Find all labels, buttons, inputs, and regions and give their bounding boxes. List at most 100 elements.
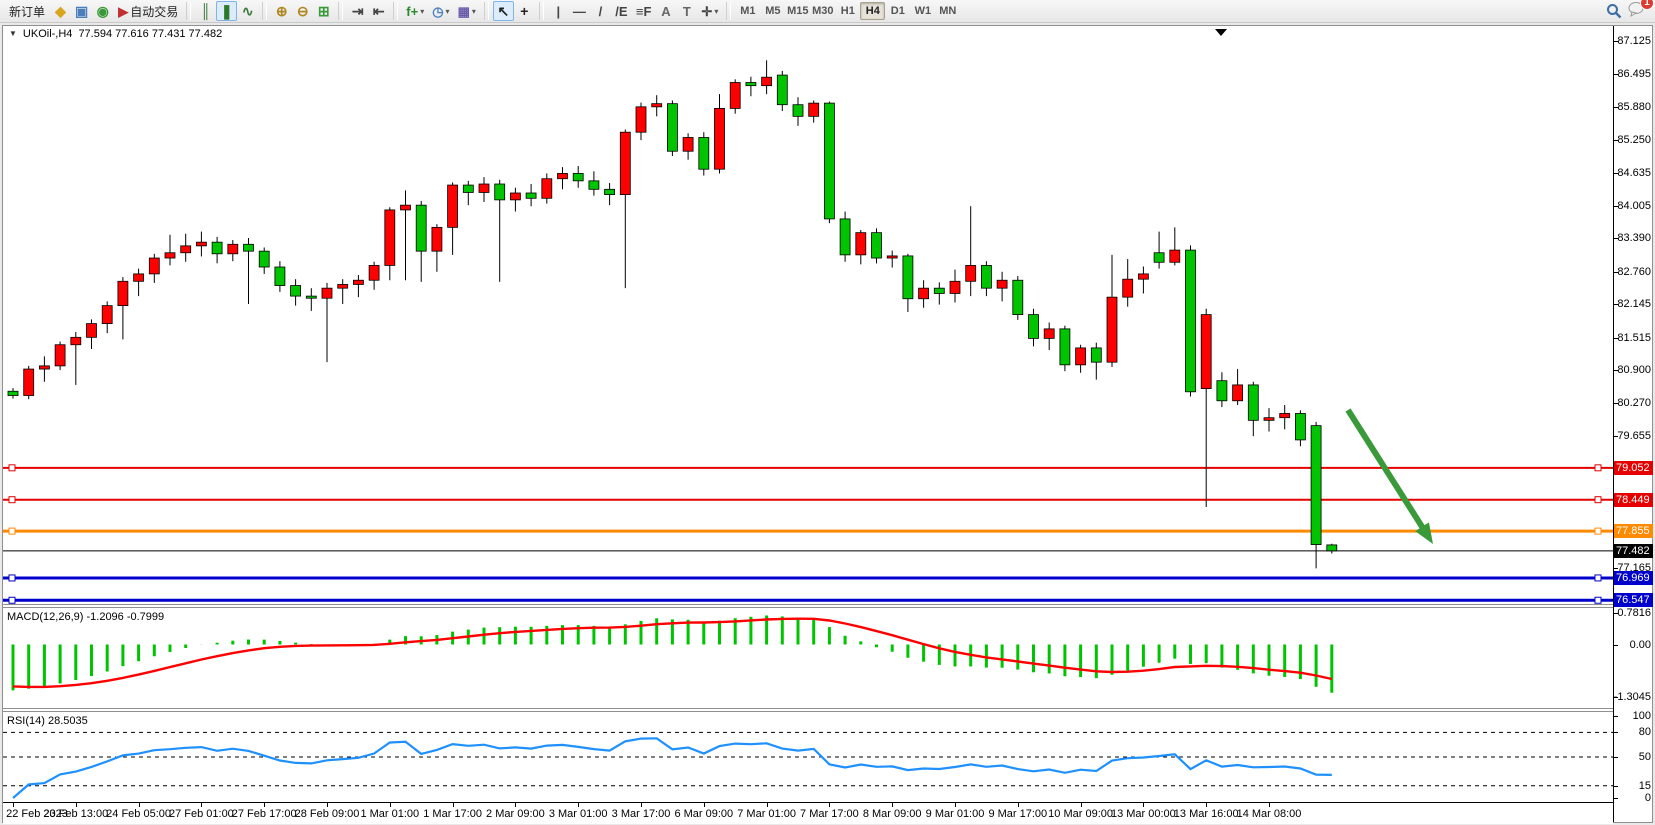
bar-chart-button[interactable]: ║ bbox=[195, 1, 216, 21]
axis-tick-label: 82.145 bbox=[1617, 298, 1651, 310]
candlestick-chart[interactable] bbox=[3, 26, 1613, 604]
timeframe-d1-button[interactable]: D1 bbox=[885, 2, 910, 20]
market-watch-button[interactable]: ▣ bbox=[71, 1, 92, 21]
support-line-orange-handle[interactable] bbox=[9, 528, 15, 534]
time-axis-label: 10 Mar 09:00 bbox=[1048, 808, 1113, 820]
timeframe-mn-button[interactable]: MN bbox=[935, 2, 960, 20]
rsi-line bbox=[13, 738, 1332, 798]
axis-tick-mark bbox=[1614, 786, 1618, 787]
bear-candle bbox=[589, 181, 599, 189]
support-line-blue-2-handle[interactable] bbox=[1595, 597, 1601, 603]
fibonacci-icon: ≡F bbox=[636, 5, 652, 18]
time-axis-label: 8 Mar 09:00 bbox=[863, 808, 922, 820]
axis-tick-label: 84.635 bbox=[1617, 167, 1651, 179]
bull-candle bbox=[1201, 315, 1211, 389]
text-button[interactable]: A bbox=[655, 1, 676, 21]
chevron-down-icon[interactable]: ▾ bbox=[472, 7, 476, 16]
trendline-button[interactable]: / bbox=[590, 1, 611, 21]
bull-candle bbox=[134, 274, 144, 281]
zoom-out-button[interactable]: ⊖ bbox=[292, 1, 313, 21]
time-axis[interactable]: 22 Feb 202323 Feb 13:0024 Feb 05:0027 Fe… bbox=[3, 802, 1613, 824]
collapse-chart-icon[interactable]: ▼ bbox=[9, 29, 17, 38]
rsi-panel[interactable] bbox=[3, 712, 1613, 802]
bear-candle bbox=[526, 193, 536, 198]
bear-candle bbox=[212, 242, 222, 254]
search-icon[interactable] bbox=[1606, 3, 1622, 19]
line-chart-button[interactable]: ∿ bbox=[237, 1, 258, 21]
trend-arrow-annotation[interactable] bbox=[1348, 410, 1426, 532]
time-axis-label: 3 Mar 17:00 bbox=[612, 808, 671, 820]
bear-candle bbox=[259, 251, 269, 267]
support-line-blue-1-handle[interactable] bbox=[1595, 575, 1601, 581]
time-tick-mark bbox=[704, 803, 705, 807]
periods-button[interactable]: ◷▾ bbox=[428, 1, 453, 21]
macd-panel[interactable] bbox=[3, 608, 1613, 708]
support-line-orange-handle[interactable] bbox=[1595, 528, 1601, 534]
fibonacci-button[interactable]: ≡F bbox=[632, 1, 656, 21]
chevron-down-icon[interactable]: ▾ bbox=[714, 7, 718, 16]
price-axis[interactable]: 87.12586.49585.88085.25084.63584.00583.3… bbox=[1613, 26, 1652, 822]
time-tick-mark bbox=[892, 803, 893, 807]
chevron-down-icon[interactable]: ▾ bbox=[420, 7, 424, 16]
trendline-icon: / bbox=[599, 5, 603, 18]
time-tick-mark bbox=[1206, 803, 1207, 807]
resistance-line-2-handle[interactable] bbox=[9, 497, 15, 503]
bull-candle bbox=[762, 77, 772, 85]
text-label-button[interactable]: T bbox=[676, 1, 697, 21]
resistance-line-1-handle[interactable] bbox=[9, 465, 15, 471]
timeframe-m15-button[interactable]: M15 bbox=[785, 2, 810, 20]
main-toolbar: 新订单 ◆▣◉ ▶ 自动交易 ║❚∿ ⊕⊖⊞ ⇥⇤ f+▾◷▾▦▾ ↖+ |— /… bbox=[0, 0, 1655, 23]
timeframe-m5-button[interactable]: M5 bbox=[760, 2, 785, 20]
history-center-button[interactable]: ◆ bbox=[50, 1, 71, 21]
bull-candle bbox=[165, 253, 175, 258]
bull-candle bbox=[385, 210, 395, 266]
rsi-indicator-label: RSI(14) 28.5035 bbox=[7, 715, 88, 727]
candlestick-button[interactable]: ❚ bbox=[216, 1, 237, 21]
timeframe-w1-button[interactable]: W1 bbox=[910, 2, 935, 20]
time-axis-label: 27 Feb 17:00 bbox=[232, 808, 297, 820]
bear-candle bbox=[8, 391, 18, 395]
tile-windows-button[interactable]: ⊞ bbox=[313, 1, 334, 21]
channel-button[interactable]: /E bbox=[611, 1, 632, 21]
resistance-line-2-handle[interactable] bbox=[1595, 497, 1601, 503]
resistance-line-1-handle[interactable] bbox=[1595, 465, 1601, 471]
axis-tick-label: 100 bbox=[1633, 710, 1651, 722]
bull-candle bbox=[950, 281, 960, 293]
signals-button[interactable]: ◉ bbox=[92, 1, 113, 21]
axis-tick-label: 86.495 bbox=[1617, 68, 1651, 80]
timeframe-m30-button[interactable]: M30 bbox=[810, 2, 835, 20]
auto-trading-label: 自动交易 bbox=[130, 3, 178, 20]
timeframe-h4-button[interactable]: H4 bbox=[860, 2, 885, 20]
auto-scroll-button[interactable]: ⇥ bbox=[347, 1, 368, 21]
horizontal-line-button[interactable]: — bbox=[569, 1, 590, 21]
templates-button[interactable]: ▦▾ bbox=[454, 1, 480, 21]
chat-button[interactable]: 1 bbox=[1628, 1, 1646, 22]
chart-plot-area[interactable]: ▼ UKOil-,H4 77.594 77.616 77.431 77.482 … bbox=[3, 26, 1613, 822]
time-axis-label: 14 Mar 08:00 bbox=[1237, 808, 1302, 820]
axis-tick-label: 80.270 bbox=[1617, 397, 1651, 409]
support-line-blue-1-price-label: 76.969 bbox=[1614, 571, 1653, 585]
chart-shift-marker-icon[interactable] bbox=[1215, 29, 1227, 36]
support-line-blue-2-handle[interactable] bbox=[9, 597, 15, 603]
bear-candle bbox=[903, 256, 913, 299]
cursor-button[interactable]: ↖ bbox=[493, 1, 514, 21]
chart-shift-button[interactable]: ⇤ bbox=[368, 1, 389, 21]
time-axis-label: 3 Mar 01:00 bbox=[549, 808, 608, 820]
time-axis-label: 7 Mar 01:00 bbox=[737, 808, 796, 820]
auto-trading-button[interactable]: ▶ 自动交易 bbox=[114, 1, 182, 21]
resistance-line-1-price-label: 79.052 bbox=[1614, 461, 1653, 475]
arrows-button[interactable]: ✛▾ bbox=[697, 1, 722, 21]
zoom-in-button[interactable]: ⊕ bbox=[271, 1, 292, 21]
timeframe-m1-button[interactable]: M1 bbox=[735, 2, 760, 20]
chevron-down-icon[interactable]: ▾ bbox=[446, 7, 450, 16]
vertical-line-button[interactable]: | bbox=[548, 1, 569, 21]
axis-tick-label: 79.655 bbox=[1617, 430, 1651, 442]
bull-candle bbox=[87, 324, 97, 338]
bear-candle bbox=[1154, 253, 1164, 263]
indicators-button[interactable]: f+▾ bbox=[402, 1, 428, 21]
crosshair-button[interactable]: + bbox=[514, 1, 535, 21]
new-order-button[interactable]: 新订单 bbox=[3, 1, 49, 21]
chart-title-bar: ▼ UKOil-,H4 77.594 77.616 77.431 77.482 bbox=[3, 26, 222, 41]
support-line-blue-1-handle[interactable] bbox=[9, 575, 15, 581]
timeframe-h1-button[interactable]: H1 bbox=[835, 2, 860, 20]
